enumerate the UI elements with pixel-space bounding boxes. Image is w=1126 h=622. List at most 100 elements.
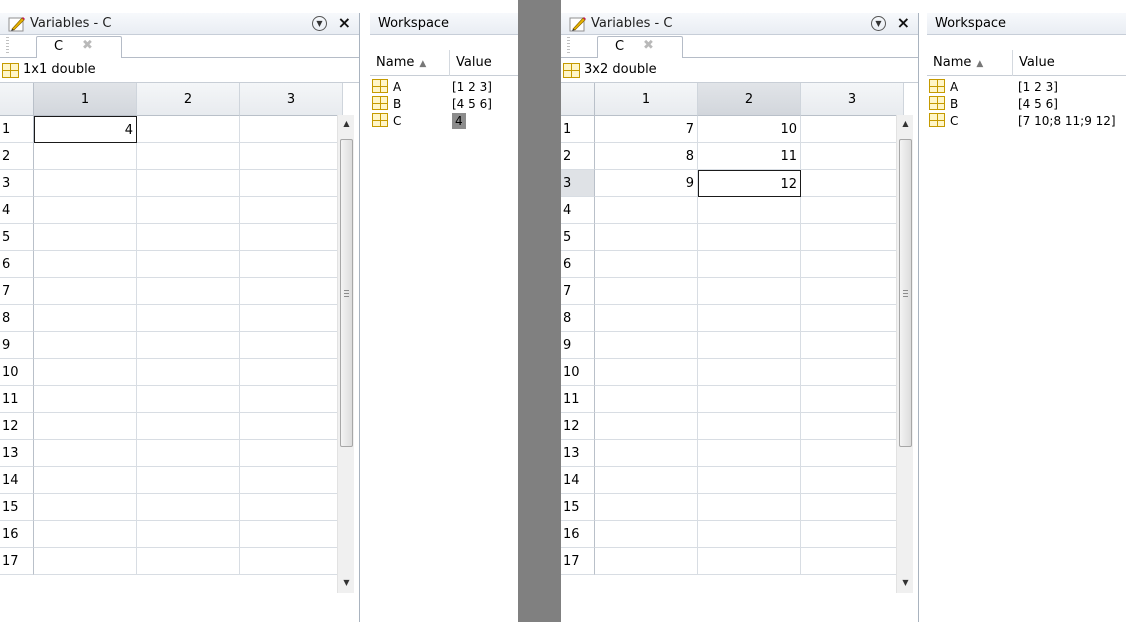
tab-grip[interactable] (567, 37, 570, 55)
table-cell[interactable] (240, 548, 343, 575)
table-cell[interactable] (137, 224, 240, 251)
table-cell[interactable]: 9 (595, 170, 698, 197)
dropdown-circle-icon[interactable]: ▼ (312, 16, 327, 31)
row-header-11[interactable]: 11 (561, 386, 595, 413)
row-header-10[interactable]: 10 (561, 359, 595, 386)
column-header-3[interactable]: 3 (801, 83, 904, 116)
table-cell[interactable] (595, 413, 698, 440)
row-header-2[interactable]: 2 (561, 143, 595, 170)
table-cell[interactable] (801, 305, 904, 332)
row-header-13[interactable]: 13 (561, 440, 595, 467)
sheet-corner[interactable] (561, 83, 595, 116)
close-icon[interactable]: × (338, 14, 351, 32)
row-header-1[interactable]: 1 (0, 116, 34, 143)
workspace-variable-row[interactable]: C [7 10;8 11;9 12] (927, 113, 1126, 129)
row-header-5[interactable]: 5 (0, 224, 34, 251)
table-cell[interactable] (801, 143, 904, 170)
table-cell[interactable] (34, 305, 137, 332)
table-cell[interactable] (698, 332, 801, 359)
table-cell[interactable]: 11 (698, 143, 801, 170)
table-cell[interactable] (34, 440, 137, 467)
scroll-down-arrow-icon[interactable]: ▼ (897, 574, 914, 591)
table-cell[interactable] (801, 548, 904, 575)
workspace-variable-row[interactable]: A [1 2 3] (927, 79, 1126, 95)
dropdown-circle-icon[interactable]: ▼ (871, 16, 886, 31)
table-cell[interactable] (137, 305, 240, 332)
table-cell[interactable] (698, 467, 801, 494)
table-cell[interactable] (240, 197, 343, 224)
row-header-7[interactable]: 7 (561, 278, 595, 305)
table-cell[interactable] (34, 521, 137, 548)
table-cell[interactable] (137, 413, 240, 440)
table-cell[interactable] (595, 278, 698, 305)
table-cell[interactable] (595, 251, 698, 278)
table-cell[interactable] (34, 332, 137, 359)
table-cell[interactable] (595, 332, 698, 359)
table-cell[interactable] (595, 224, 698, 251)
table-cell[interactable] (137, 170, 240, 197)
table-cell[interactable]: 10 (698, 116, 801, 143)
table-cell[interactable] (595, 521, 698, 548)
table-cell[interactable] (34, 143, 137, 170)
table-cell[interactable] (801, 116, 904, 143)
table-cell[interactable] (698, 305, 801, 332)
table-cell[interactable] (137, 467, 240, 494)
value-column-header[interactable]: Value (1012, 50, 1055, 76)
table-cell[interactable] (34, 548, 137, 575)
workspace-variable-row[interactable]: B [4 5 6] (370, 96, 518, 112)
row-header-3[interactable]: 3 (561, 170, 595, 197)
tab-variable-c[interactable]: C ✖ (36, 36, 122, 58)
row-header-16[interactable]: 16 (0, 521, 34, 548)
table-cell[interactable] (801, 413, 904, 440)
table-cell[interactable] (698, 386, 801, 413)
table-cell[interactable] (137, 251, 240, 278)
workspace-variable-row[interactable]: B [4 5 6] (927, 96, 1126, 112)
table-cell[interactable] (137, 359, 240, 386)
table-cell[interactable] (240, 332, 343, 359)
table-cell[interactable] (240, 521, 343, 548)
table-cell[interactable] (137, 494, 240, 521)
table-cell[interactable]: 12 (698, 170, 801, 197)
vertical-scrollbar[interactable]: ▲ ▼ (337, 115, 354, 593)
table-cell[interactable] (595, 359, 698, 386)
tab-grip[interactable] (6, 37, 9, 55)
row-header-17[interactable]: 17 (0, 548, 34, 575)
name-column-header[interactable]: Name ▲ (933, 50, 983, 77)
table-cell[interactable] (698, 359, 801, 386)
row-header-17[interactable]: 17 (561, 548, 595, 575)
tab-variable-c[interactable]: C ✖ (597, 36, 683, 58)
row-header-4[interactable]: 4 (0, 197, 34, 224)
table-cell[interactable] (698, 440, 801, 467)
column-header-1[interactable]: 1 (595, 83, 698, 116)
table-cell[interactable] (801, 332, 904, 359)
table-cell[interactable] (137, 197, 240, 224)
row-header-6[interactable]: 6 (0, 251, 34, 278)
table-cell[interactable] (801, 386, 904, 413)
row-header-10[interactable]: 10 (0, 359, 34, 386)
table-cell[interactable] (698, 224, 801, 251)
row-header-8[interactable]: 8 (0, 305, 34, 332)
table-cell[interactable] (240, 116, 343, 143)
sheet-corner[interactable] (0, 83, 34, 116)
row-header-14[interactable]: 14 (561, 467, 595, 494)
table-cell[interactable] (698, 548, 801, 575)
table-cell[interactable] (137, 332, 240, 359)
row-header-15[interactable]: 15 (561, 494, 595, 521)
table-cell[interactable] (595, 548, 698, 575)
table-cell[interactable] (34, 197, 137, 224)
table-cell[interactable] (137, 521, 240, 548)
table-cell[interactable] (34, 278, 137, 305)
table-cell[interactable] (34, 494, 137, 521)
table-cell[interactable] (137, 386, 240, 413)
column-header-2[interactable]: 2 (137, 83, 240, 116)
table-cell[interactable] (240, 413, 343, 440)
row-header-1[interactable]: 1 (561, 116, 595, 143)
table-cell[interactable] (595, 197, 698, 224)
table-cell[interactable] (698, 251, 801, 278)
row-header-12[interactable]: 12 (561, 413, 595, 440)
table-cell[interactable] (595, 440, 698, 467)
row-header-9[interactable]: 9 (561, 332, 595, 359)
table-cell[interactable] (137, 116, 240, 143)
row-header-7[interactable]: 7 (0, 278, 34, 305)
table-cell[interactable] (137, 440, 240, 467)
